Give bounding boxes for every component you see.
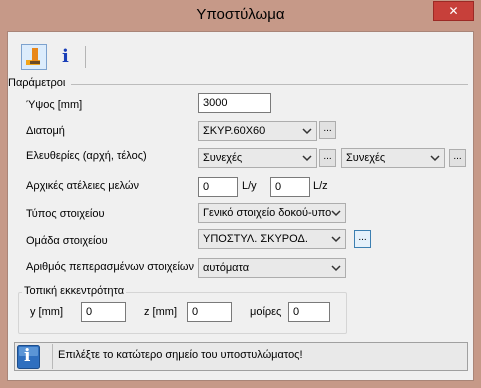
ecc-y-input[interactable]: 0 (81, 302, 126, 322)
element-type-label: Τύπος στοιχείου (26, 208, 105, 220)
element-type-select[interactable]: Γενικό στοιχείο δοκού-υπο (198, 203, 346, 223)
imperfection-y-input[interactable]: 0 (198, 177, 238, 197)
section-browse-button[interactable]: ... (319, 121, 336, 139)
imperfection-y-unit: L/y (242, 180, 257, 192)
chevron-down-icon (331, 210, 341, 217)
close-button[interactable]: ✕ (433, 1, 474, 21)
height-label: Ύψος [mm] (26, 99, 83, 111)
element-type-value: Γενικό στοιχείο δοκού-υπο (203, 207, 332, 219)
parameters-divider (71, 84, 468, 85)
freedom-end-browse-button[interactable]: ... (449, 149, 466, 167)
freedom-start-select[interactable]: Συνεχές (198, 148, 317, 168)
height-input[interactable]: 3000 (198, 93, 271, 113)
freedom-start-browse-button[interactable]: ... (319, 149, 336, 167)
element-group-label: Ομάδα στοιχείου (26, 235, 108, 247)
section-select[interactable]: ΣΚΥΡ.60Χ60 (198, 121, 317, 141)
ecc-y-label: y [mm] (30, 306, 63, 318)
element-group-browse-button[interactable]: ... (354, 230, 371, 248)
freedom-label: Ελευθερίες (αρχή, τέλος) (26, 150, 147, 162)
status-icon-glyph: i (24, 346, 31, 366)
column-tool-icon (26, 48, 40, 65)
chevron-down-icon (430, 155, 440, 162)
status-message: Επιλέξτε το κατώτερο σημείο του υποστυλώ… (58, 349, 303, 361)
dialog-client: i Παράμετροι Ύψος [mm] 3000 Διατομή ΣΚΥΡ… (7, 31, 474, 381)
chevron-down-icon (302, 128, 312, 135)
freedom-end-value: Συνεχές (346, 152, 386, 164)
status-bar: i Επιλέξτε το κατώτερο σημείο του υποστυ… (14, 342, 468, 371)
chevron-down-icon (331, 265, 341, 272)
element-group-select[interactable]: ΥΠΟΣΤΥΛ. ΣΚΥΡΟΔ. (198, 229, 346, 249)
element-group-value: ΥΠΟΣΤΥΛ. ΣΚΥΡΟΔ. (203, 233, 308, 245)
window-title: Υποστύλωμα (196, 6, 285, 23)
status-separator (52, 344, 53, 369)
column-tool-button[interactable] (21, 44, 47, 70)
info-icon: i (17, 345, 40, 369)
imperfection-z-unit: L/z (313, 180, 328, 192)
freedom-end-select[interactable]: Συνεχές (341, 148, 445, 168)
section-select-value: ΣΚΥΡ.60Χ60 (203, 125, 266, 137)
freedom-start-value: Συνεχές (203, 152, 243, 164)
imperfection-z-input[interactable]: 0 (270, 177, 310, 197)
title-bar[interactable]: Υποστύλωμα ✕ (0, 0, 481, 31)
ecc-z-label: z [mm] (144, 306, 177, 318)
finite-elements-label: Αριθμός πεπερασμένων στοιχείων (26, 261, 194, 273)
info-button[interactable]: i (53, 44, 79, 70)
finite-elements-select[interactable]: αυτόματα (198, 258, 346, 278)
dialog-window: Υποστύλωμα ✕ i Παράμετροι Ύψος [mm] 3000… (0, 0, 481, 388)
imperfections-label: Αρχικές ατέλειες μελών (26, 180, 139, 192)
chevron-down-icon (302, 155, 312, 162)
chevron-down-icon (331, 236, 341, 243)
toolbar-separator (85, 46, 86, 68)
info-icon: i (62, 46, 69, 67)
parameters-group-title: Παράμετροι (8, 77, 66, 89)
ecc-degrees-input[interactable]: 0 (288, 302, 330, 322)
finite-elements-value: αυτόματα (203, 262, 250, 274)
ecc-z-input[interactable]: 0 (187, 302, 232, 322)
eccentricity-group-title: Τοπική εκκεντρότητα (22, 285, 127, 297)
section-label: Διατομή (26, 125, 65, 137)
ecc-degrees-label: μοίρες (250, 306, 282, 318)
